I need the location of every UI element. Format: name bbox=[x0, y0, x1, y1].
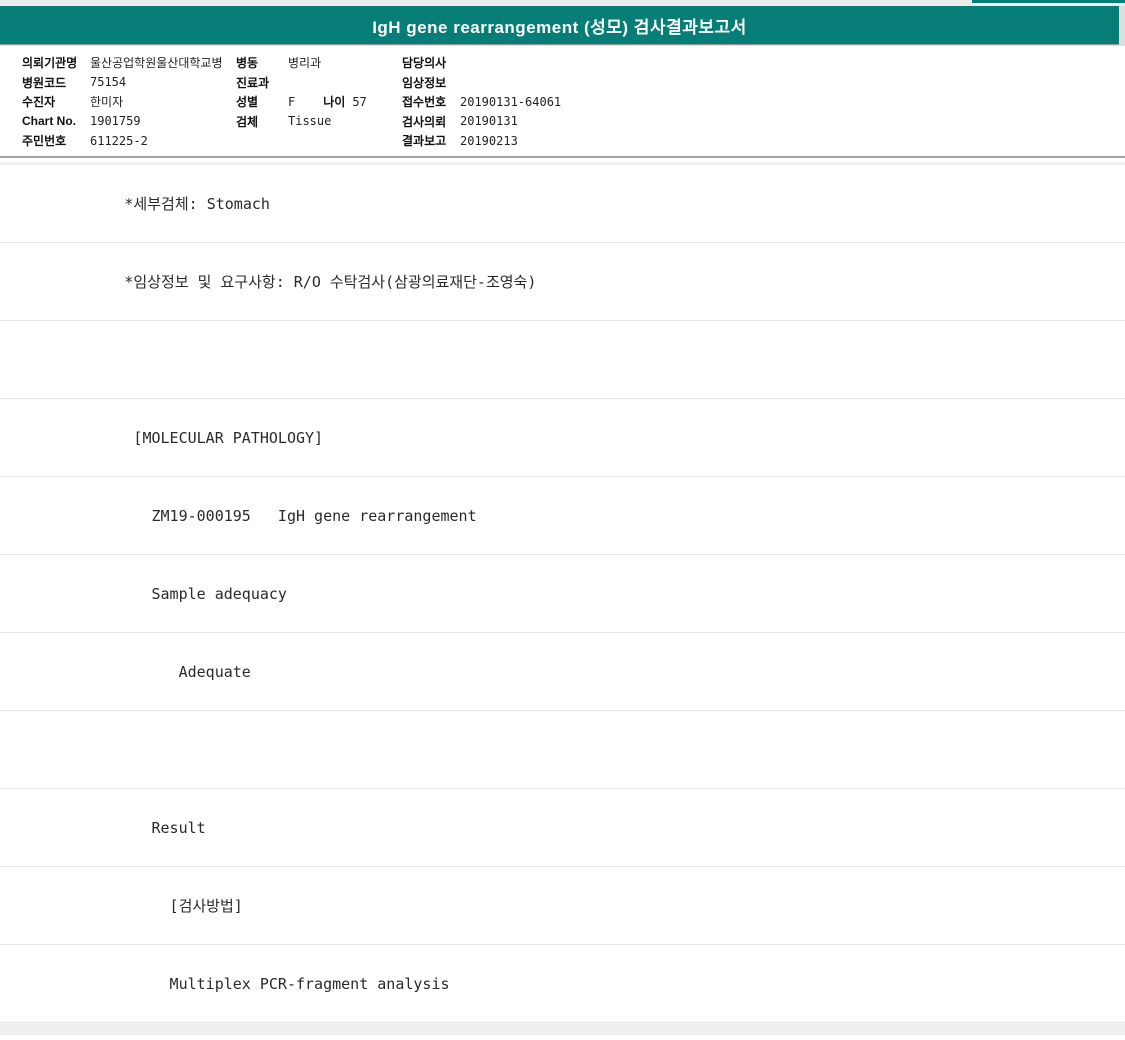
field-empty bbox=[236, 131, 367, 151]
window-top-strip bbox=[0, 0, 1125, 6]
field-value: 20190131 bbox=[460, 114, 518, 129]
report-line-sample-adequacy: Sample adequacy bbox=[0, 555, 1125, 633]
field-value: 20190213 bbox=[460, 133, 518, 148]
field-label: 병동 bbox=[236, 56, 259, 71]
patient-info-middle-column: 병동 병리과 진료과 성별 F 나이 57 검체 Tissue bbox=[236, 53, 367, 151]
field-chart-no: Chart No. 1901759 bbox=[22, 112, 222, 132]
field-value: 한미자 bbox=[90, 95, 124, 110]
report-line-empty-2 bbox=[0, 711, 1125, 789]
field-request-date: 검사의뢰 20190131 bbox=[402, 112, 561, 132]
field-label: 병원코드 bbox=[22, 75, 67, 90]
field-value: 울산공업학원울산대학교병 bbox=[90, 56, 223, 71]
field-label: 결과보고 bbox=[402, 134, 447, 149]
patient-info-section: 의뢰기관명 울산공업학원울산대학교병 병원코드 75154 수진자 한미자 Ch… bbox=[0, 46, 1125, 158]
field-value-age: 57 bbox=[352, 94, 367, 109]
field-value: 병리과 bbox=[288, 56, 322, 71]
report-line-test-id-and-name: ZM19-000195 IgH gene rearrangement bbox=[0, 477, 1125, 555]
report-line-adequate: Adequate bbox=[0, 633, 1125, 711]
patient-info-left-column: 의뢰기관명 울산공업학원울산대학교병 병원코드 75154 수진자 한미자 Ch… bbox=[22, 53, 222, 151]
field-ward: 병동 병리과 bbox=[236, 53, 367, 73]
report-line-specimen-detail: *세부검체: Stomach bbox=[0, 165, 1125, 243]
field-label: 담당의사 bbox=[402, 56, 447, 71]
field-label: 의뢰기관명 bbox=[22, 56, 78, 71]
field-sex-age: 성별 F 나이 57 bbox=[236, 92, 367, 112]
report-line-method: Multiplex PCR-fragment analysis bbox=[0, 945, 1125, 1023]
field-clinical-info: 임상정보 bbox=[402, 73, 561, 93]
field-label: Chart No. bbox=[22, 114, 76, 129]
field-label: 수진자 bbox=[22, 95, 56, 110]
field-department: 진료과 bbox=[236, 73, 367, 93]
field-specimen: 검체 Tissue bbox=[236, 112, 367, 132]
field-requesting-institution: 의뢰기관명 울산공업학원울산대학교병 bbox=[22, 53, 222, 73]
report-line-result: Result bbox=[0, 789, 1125, 867]
field-report-date: 결과보고 20190213 bbox=[402, 131, 561, 151]
field-label: 접수번호 bbox=[402, 95, 447, 110]
field-label-age: 나이 bbox=[323, 95, 346, 110]
field-value: F bbox=[288, 94, 296, 109]
window-bottom-strip bbox=[0, 1023, 1125, 1035]
field-attending-doctor: 담당의사 bbox=[402, 53, 561, 73]
field-label: 진료과 bbox=[236, 75, 270, 90]
field-hospital-code: 병원코드 75154 bbox=[22, 73, 222, 93]
field-label: 임상정보 bbox=[402, 75, 447, 90]
field-accession-no: 접수번호 20190131-64061 bbox=[402, 92, 561, 112]
report-body: *세부검체: Stomach *임상정보 및 요구사항: R/O 수탁검사(삼광… bbox=[0, 165, 1125, 1023]
field-value: 611225-2 bbox=[90, 133, 148, 148]
report-line-empty bbox=[0, 321, 1125, 399]
field-value: 20190131-64061 bbox=[460, 94, 562, 109]
report-line-section-header: [MOLECULAR PATHOLOGY] bbox=[0, 399, 1125, 477]
field-patient-name: 수진자 한미자 bbox=[22, 92, 222, 112]
field-label: 성별 bbox=[236, 95, 259, 110]
field-value: 75154 bbox=[90, 75, 127, 90]
top-right-teal-sliver bbox=[972, 0, 1125, 3]
patient-info-right-column: 담당의사 임상정보 접수번호 20190131-64061 검사의뢰 20190… bbox=[402, 53, 561, 151]
field-value: Tissue bbox=[288, 114, 332, 129]
field-label: 검사의뢰 bbox=[402, 114, 447, 129]
report-line-clinical-request: *임상정보 및 요구사항: R/O 수탁검사(삼광의료재단-조영숙) bbox=[0, 243, 1125, 321]
title-row: IgH gene rearrangement (성모) 검사결과보고서 bbox=[0, 6, 1125, 46]
report-title: IgH gene rearrangement (성모) 검사결과보고서 bbox=[372, 17, 747, 37]
field-resident-no: 주민번호 611225-2 bbox=[22, 131, 222, 151]
report-title-bar: IgH gene rearrangement (성모) 검사결과보고서 bbox=[0, 6, 1119, 45]
field-label: 검체 bbox=[236, 114, 259, 129]
field-label: 주민번호 bbox=[22, 134, 67, 149]
report-line-method-header: [검사방법] bbox=[0, 867, 1125, 945]
field-value: 1901759 bbox=[90, 114, 141, 129]
